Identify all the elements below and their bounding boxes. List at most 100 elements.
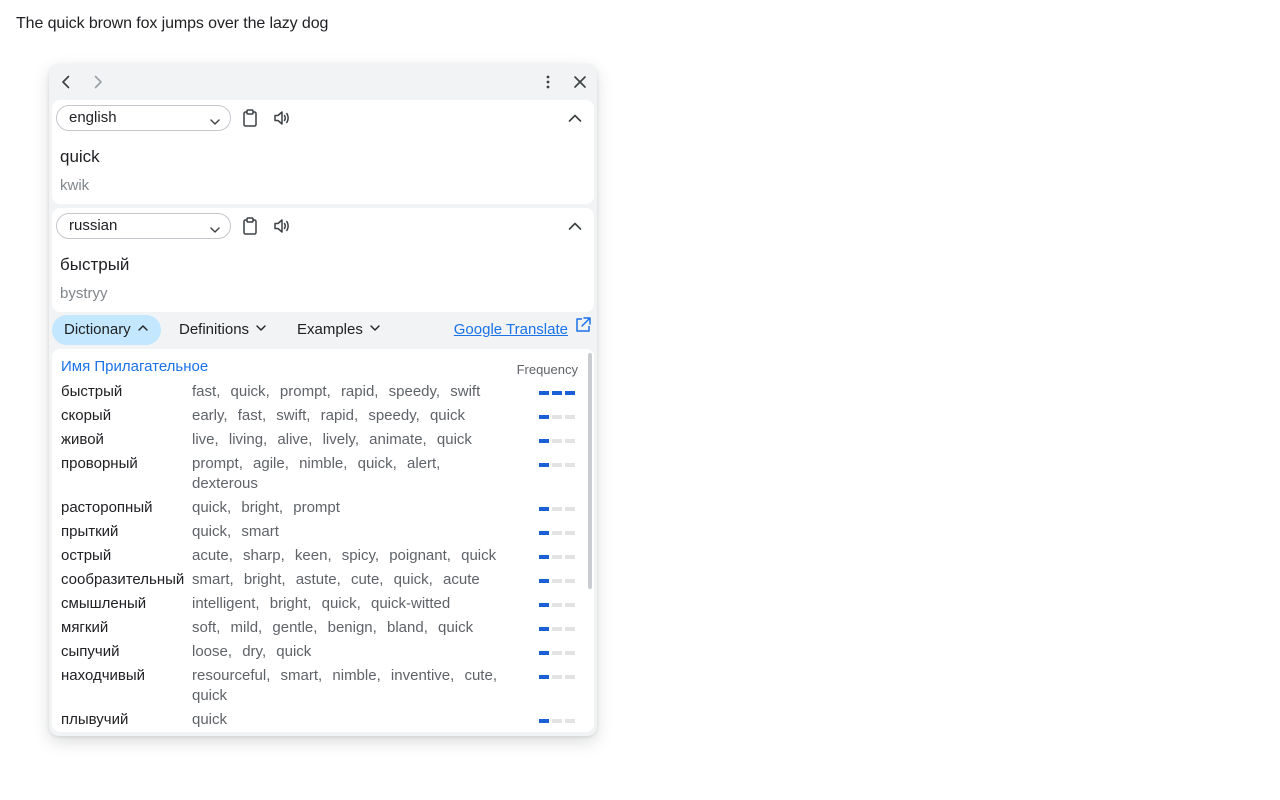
dictionary-word[interactable]: плывучий (61, 710, 128, 730)
menu-button[interactable] (535, 69, 561, 95)
translation-term[interactable]: resourceful (192, 667, 266, 684)
target-speak-button[interactable] (269, 213, 295, 239)
dictionary-word[interactable]: сыпучий (61, 642, 119, 662)
dictionary-word[interactable]: расторопный (61, 498, 152, 518)
dictionary-word[interactable]: сообразительный (61, 570, 184, 590)
translation-term[interactable]: bland (387, 619, 424, 636)
translation-term[interactable]: quick (437, 431, 472, 448)
close-button[interactable] (567, 69, 593, 95)
translation-term[interactable]: spicy (342, 547, 375, 564)
translation-term[interactable]: rapid (321, 407, 354, 424)
dictionary-word[interactable]: смышленый (61, 594, 146, 614)
translation-term[interactable]: quick-witted (371, 595, 450, 612)
dictionary-translations: soft, mild, gentle, benign, bland, quick (192, 618, 512, 638)
translation-term[interactable]: gentle (272, 619, 313, 636)
translation-term[interactable]: nimble (332, 667, 376, 684)
translation-term[interactable]: astute (296, 571, 337, 588)
translation-term[interactable]: mild (231, 619, 259, 636)
translation-term[interactable]: early (192, 407, 223, 424)
translation-term[interactable]: prompt (192, 455, 239, 472)
dictionary-word[interactable]: быстрый (61, 382, 122, 402)
translation-term[interactable]: alert (407, 455, 436, 472)
translation-term[interactable]: alive (277, 431, 308, 448)
target-language-select[interactable]: russian (56, 213, 231, 239)
dictionary-word[interactable]: острый (61, 546, 111, 566)
translation-term[interactable]: smart (281, 667, 319, 684)
frequency-bar (539, 579, 549, 583)
tab-definitions[interactable]: Definitions (167, 315, 279, 345)
translation-term[interactable]: cute (351, 571, 379, 588)
translation-separator: , (374, 383, 379, 400)
chevron-up-icon (567, 110, 583, 126)
frequency-bar (552, 391, 562, 395)
translation-term[interactable]: agile (253, 455, 285, 472)
dictionary-word[interactable]: скорый (61, 406, 111, 426)
translation-term[interactable]: quick (394, 571, 429, 588)
translation-term[interactable]: quick (461, 547, 496, 564)
translation-term[interactable]: quick (322, 595, 357, 612)
google-translate-label: Google Translate (453, 321, 568, 338)
translation-term[interactable]: inventive (391, 667, 450, 684)
translation-term[interactable]: quick (430, 407, 465, 424)
translation-separator: , (266, 667, 271, 684)
translation-term[interactable]: cute (464, 667, 492, 684)
source-collapse-button[interactable] (562, 105, 588, 131)
translation-term[interactable]: speedy (368, 407, 415, 424)
translation-term[interactable]: living (229, 431, 263, 448)
translation-term[interactable]: rapid (341, 383, 374, 400)
translation-term[interactable]: quick (192, 711, 227, 728)
translation-term[interactable]: smart (241, 523, 279, 540)
translation-term[interactable]: smart (192, 571, 230, 588)
source-card: english quick kwik (52, 100, 594, 204)
translation-term[interactable]: fast (238, 407, 262, 424)
translation-term[interactable]: bright (241, 499, 279, 516)
dictionary-word[interactable]: прыткий (61, 522, 118, 542)
translation-term[interactable]: sharp (243, 547, 281, 564)
google-translate-link[interactable]: Google Translate (454, 315, 592, 345)
dictionary-word[interactable]: находчивый (61, 666, 145, 686)
translation-term[interactable]: quick (192, 523, 227, 540)
translation-term[interactable]: quick (276, 643, 311, 660)
translation-term[interactable]: swift (450, 383, 480, 400)
dictionary-word[interactable]: живой (61, 430, 104, 450)
source-copy-button[interactable] (237, 105, 263, 131)
translation-term[interactable]: speedy (389, 383, 436, 400)
translation-term[interactable]: quick (358, 455, 393, 472)
dictionary-word[interactable]: проворный (61, 454, 138, 474)
translation-term[interactable]: quick (438, 619, 473, 636)
translation-term[interactable]: dry (242, 643, 262, 660)
translation-term[interactable]: prompt (293, 499, 340, 516)
scrollbar[interactable] (588, 353, 592, 589)
translation-term[interactable]: intelligent (192, 595, 255, 612)
tab-examples[interactable]: Examples (285, 315, 393, 345)
translation-term[interactable]: fast (192, 383, 216, 400)
translation-term[interactable]: bright (270, 595, 308, 612)
translation-term[interactable]: quick (192, 499, 227, 516)
target-copy-button[interactable] (237, 213, 263, 239)
dictionary-word[interactable]: мягкий (61, 618, 108, 638)
translation-term[interactable]: live (192, 431, 215, 448)
source-speak-button[interactable] (269, 105, 295, 131)
translation-term[interactable]: animate (369, 431, 422, 448)
translation-term[interactable]: benign (328, 619, 373, 636)
target-collapse-button[interactable] (562, 213, 588, 239)
source-language-select[interactable]: english (56, 105, 231, 131)
translation-term[interactable]: loose (192, 643, 228, 660)
tab-dictionary[interactable]: Dictionary (52, 315, 161, 345)
translation-term[interactable]: quick (231, 383, 266, 400)
translation-term[interactable]: poignant (389, 547, 447, 564)
translation-term[interactable]: quick (192, 687, 227, 704)
translation-term[interactable]: acute (192, 547, 229, 564)
translation-term[interactable]: keen (295, 547, 328, 564)
translation-term[interactable]: acute (443, 571, 480, 588)
dictionary-translations: live, living, alive, lively, animate, qu… (192, 430, 512, 450)
translation-term[interactable]: bright (244, 571, 282, 588)
translation-term[interactable]: swift (276, 407, 306, 424)
translation-term[interactable]: nimble (299, 455, 343, 472)
forward-button[interactable] (85, 69, 111, 95)
translation-term[interactable]: soft (192, 619, 216, 636)
translation-term[interactable]: dexterous (192, 475, 258, 492)
back-button[interactable] (53, 69, 79, 95)
translation-term[interactable]: lively (323, 431, 355, 448)
translation-term[interactable]: prompt (280, 383, 327, 400)
